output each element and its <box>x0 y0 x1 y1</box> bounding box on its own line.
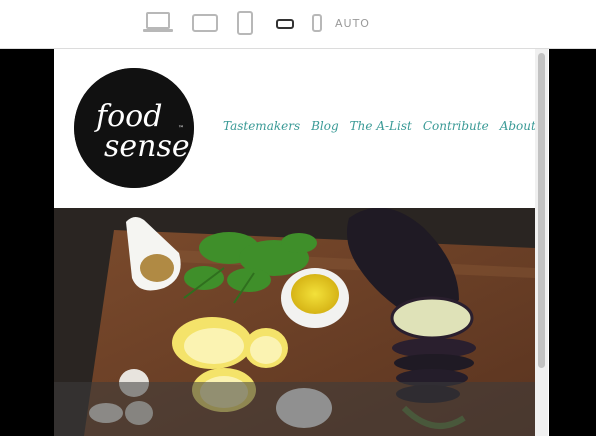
nav-link-tastemakers[interactable]: Tastemakers <box>223 119 300 135</box>
scrollbar-thumb[interactable] <box>538 53 545 368</box>
auto-size-button[interactable]: AUTO <box>335 17 370 30</box>
food-sense-logo[interactable]: food sense ™ <box>74 68 194 188</box>
nav-link-blog[interactable]: Blog <box>311 119 339 135</box>
preview-scrollbar[interactable] <box>535 49 548 436</box>
laptop-icon[interactable] <box>142 11 174 35</box>
main-nav: Tastemakers Blog The A-List Contribute A… <box>223 119 547 135</box>
svg-text:™: ™ <box>178 125 184 132</box>
tablet-portrait-icon[interactable] <box>235 10 255 36</box>
phone-portrait-icon[interactable] <box>311 13 323 33</box>
phone-landscape-icon[interactable] <box>275 16 295 30</box>
site-header: food sense ™ Tastemakers Blog The A-List… <box>54 49 536 208</box>
nav-link-about[interactable]: About <box>500 119 536 135</box>
device-toolbar: AUTO <box>0 0 596 49</box>
tablet-landscape-icon[interactable] <box>191 12 219 34</box>
hero-caption-overlay <box>54 382 535 436</box>
preview-frame: food sense ™ Tastemakers Blog The A-List… <box>54 49 549 436</box>
nav-link-contribute[interactable]: Contribute <box>423 119 489 135</box>
nav-link-a-list[interactable]: The A-List <box>350 119 412 135</box>
svg-text:sense: sense <box>104 129 190 164</box>
hero-image <box>54 208 535 436</box>
